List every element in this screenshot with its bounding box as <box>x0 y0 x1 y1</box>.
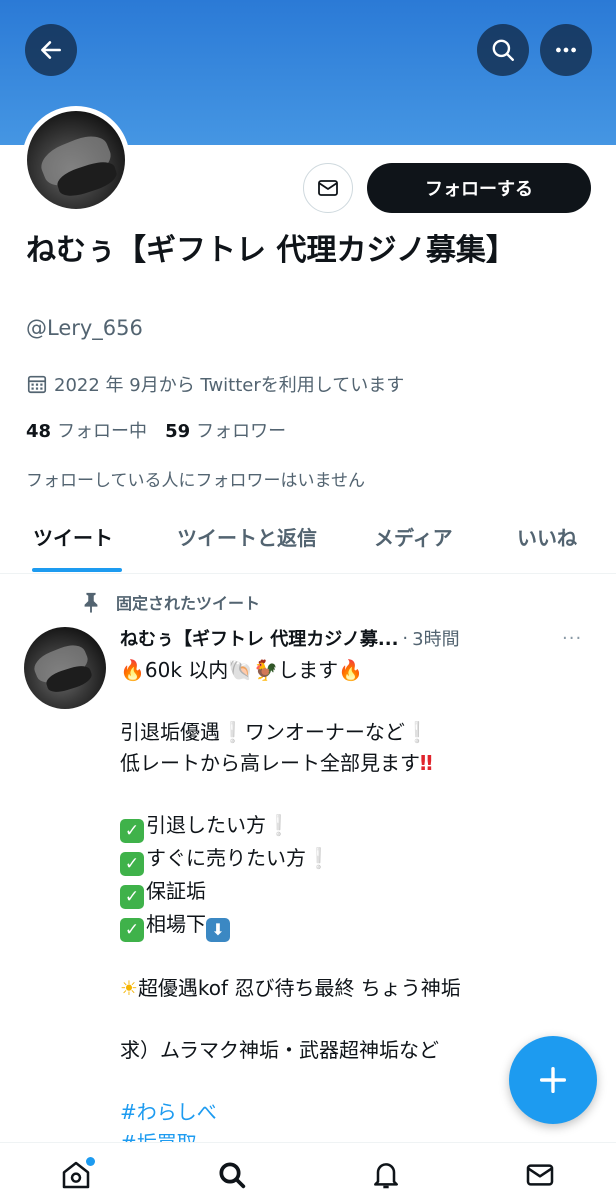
plus-icon <box>539 1066 567 1094</box>
tweet-header: ねむぅ【ギフトレ 代理カジノ募... · 3時間 <box>120 625 600 651</box>
tweet-line: ✓ 引退したい方❕ <box>120 810 590 843</box>
follow-stats: 48 フォロー中 59 フォロワー <box>26 417 286 443</box>
joined-text: 2022 年 9月から Twitterを利用しています <box>54 375 405 396</box>
joined-date: 2022 年 9月から Twitterを利用しています <box>26 371 404 397</box>
tweet-line: ✓ 保証垢 <box>120 876 590 909</box>
search-icon <box>492 39 514 61</box>
nav-notifications[interactable] <box>366 1155 406 1195</box>
pin-icon <box>84 592 98 613</box>
arrow-left-icon <box>41 41 61 59</box>
more-horizontal-icon <box>556 47 576 53</box>
check-icon: ✓ <box>120 852 144 876</box>
tweet-line: 🔥60k 以内🐚🐓します🔥 <box>120 658 364 682</box>
tweet-more-button[interactable]: ··· <box>562 628 582 649</box>
message-button[interactable] <box>303 163 353 213</box>
profile-handle: @Lery_656 <box>26 316 143 340</box>
display-name: ねむぅ【ギフトレ 代理カジノ募集】 <box>26 233 516 268</box>
tweet-separator: · <box>402 627 409 649</box>
followers-link[interactable]: 59 フォロワー <box>165 417 286 443</box>
tweet-avatar[interactable] <box>24 627 106 709</box>
tweet-line: ✓ すぐに売りたい方❕ <box>120 843 590 876</box>
more-button[interactable] <box>540 24 592 76</box>
envelope-icon <box>318 180 338 196</box>
mail-icon <box>526 1164 554 1186</box>
tab-media[interactable]: メディア <box>374 522 453 551</box>
profile-avatar[interactable] <box>22 106 130 214</box>
search-button[interactable] <box>477 24 529 76</box>
nav-messages[interactable] <box>520 1155 560 1195</box>
profile-tabs: ツイート ツイートと返信 メディア いいね <box>0 512 616 574</box>
followers-you-know: フォローしている人にフォロワーはいません <box>26 471 365 491</box>
check-icon: ✓ <box>120 885 144 909</box>
active-tab-indicator <box>32 568 122 572</box>
tweet-author-name[interactable]: ねむぅ【ギフトレ 代理カジノ募... <box>120 625 398 651</box>
tweet-line: 引退垢優遇❕ワンオーナーなど❕ <box>120 720 430 744</box>
nav-search[interactable] <box>212 1155 252 1195</box>
tweet-line: 低レートから高レート全部見ます‼ <box>120 751 433 775</box>
compose-tweet-button[interactable] <box>509 1036 597 1124</box>
back-button[interactable] <box>25 24 77 76</box>
bell-icon <box>374 1163 398 1189</box>
tweet-time[interactable]: 3時間 <box>412 625 459 651</box>
tab-tweets[interactable]: ツイート <box>33 522 113 551</box>
check-icon: ✓ <box>120 819 144 843</box>
tab-likes[interactable]: いいね <box>517 522 577 551</box>
down-arrow-icon: ⬇ <box>206 918 230 942</box>
tab-tweets-and-replies[interactable]: ツイートと返信 <box>177 522 317 551</box>
pinned-label: 固定されたツイート <box>80 590 260 614</box>
bottom-navigation <box>0 1142 616 1200</box>
calendar-icon <box>27 375 47 394</box>
home-unread-dot <box>86 1157 95 1166</box>
check-icon: ✓ <box>120 918 144 942</box>
pinned-text: 固定されたツイート <box>116 594 261 613</box>
search-icon <box>219 1162 246 1189</box>
tweet-line: ☀超優遇kof 忍び待ち最終 ちょう神垢 <box>120 976 461 1000</box>
tweet-line: ✓ 相場下 ⬇ <box>120 909 590 942</box>
follow-button[interactable]: フォローする <box>367 163 591 213</box>
following-link[interactable]: 48 フォロー中 <box>26 417 147 443</box>
